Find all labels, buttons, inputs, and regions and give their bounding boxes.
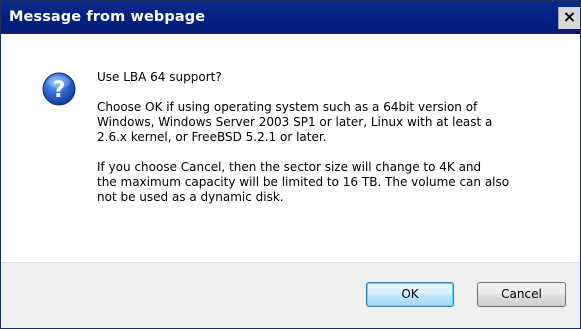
button-bar: OK Cancel bbox=[1, 262, 580, 328]
cancel-button[interactable]: Cancel bbox=[477, 282, 566, 307]
ok-button[interactable]: OK bbox=[366, 282, 454, 307]
confirm-dialog: Message from webpage × ? Use LBA 64 supp… bbox=[0, 0, 581, 329]
message-body: Use LBA 64 support? Choose OK if using o… bbox=[97, 70, 565, 220]
close-button[interactable]: × bbox=[558, 7, 580, 29]
title-bar[interactable]: Message from webpage × bbox=[1, 1, 580, 34]
close-icon: × bbox=[562, 7, 577, 26]
question-text: Use LBA 64 support? bbox=[97, 70, 565, 85]
cancel-explanation: If you choose Cancel, then the sector si… bbox=[97, 160, 565, 205]
ok-explanation-line: 2.6.x kernel, or FreeBSD 5.2.1 or later. bbox=[97, 130, 327, 144]
cancel-explanation-line: the maximum capacity will be limited to … bbox=[97, 175, 510, 189]
ok-explanation: Choose OK if using operating system such… bbox=[97, 100, 565, 145]
ok-explanation-line: Windows, Windows Server 2003 SP1 or late… bbox=[97, 115, 493, 129]
question-icon-glyph: ? bbox=[53, 78, 66, 103]
question-line: Use LBA 64 support? bbox=[97, 70, 222, 84]
ok-explanation-line: Choose OK if using operating system such… bbox=[97, 100, 478, 114]
dialog-title: Message from webpage bbox=[9, 9, 206, 25]
dialog-content: ? Use LBA 64 support? Choose OK if using… bbox=[1, 34, 580, 262]
cancel-explanation-line: If you choose Cancel, then the sector si… bbox=[97, 160, 482, 174]
question-icon: ? bbox=[42, 72, 76, 106]
cancel-explanation-line: not be used as a dynamic disk. bbox=[97, 190, 284, 204]
